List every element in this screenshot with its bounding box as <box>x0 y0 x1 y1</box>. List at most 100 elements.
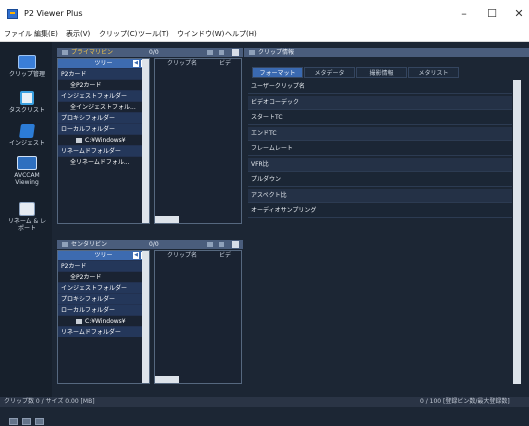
avccam-viewing-button[interactable]: AVCCAM Viewing <box>6 153 48 201</box>
primary-tree-scrollbar[interactable] <box>142 59 149 223</box>
minimize-button[interactable]: – <box>456 7 472 21</box>
menu-tools[interactable]: ツール(T) <box>138 29 169 39</box>
tab-format[interactable]: フォーマット <box>252 67 303 78</box>
center-tree-pane: ツリー ◀ ▶ P2カード全P2カードインジェストフォルダープロキシフォルダーロ… <box>57 250 150 384</box>
rename-report-icon <box>19 202 35 216</box>
left-nav-bar: クリップ管理 タスクリスト インジェスト AVCCAM Viewing リネーム… <box>0 42 52 425</box>
tree-item[interactable]: プロキシフォルダー <box>58 112 142 123</box>
status-clip-count: クリップ数 0 / サイズ 0.00 [MB] <box>4 398 95 405</box>
center-clip-list: クリップ名 ビデ <box>154 250 242 384</box>
tree-item-label: C:¥Windows¥ <box>85 137 126 144</box>
rename-report-button[interactable]: リネーム & レポート <box>6 199 48 247</box>
tree-item-label: リネームドフォルダー <box>61 329 121 336</box>
tree-item[interactable]: リネームドフォルダー <box>58 326 142 337</box>
menu-help[interactable]: ヘルプ(H) <box>225 29 257 39</box>
clip-info-row: VFR比 <box>248 157 512 172</box>
tree-item-label: P2カード <box>61 71 87 78</box>
tree-label: ツリー <box>94 60 113 67</box>
ingest-icon <box>19 124 35 138</box>
arrow-left-icon[interactable]: ◀ <box>133 252 139 259</box>
clip-info-header: クリップ情報 <box>244 48 529 57</box>
clip-name-column[interactable]: クリップ名 <box>167 59 197 69</box>
close-button[interactable]: ✕ <box>511 7 527 21</box>
grip-icon <box>62 242 68 247</box>
view-toggle-icon[interactable] <box>207 50 213 55</box>
tree-item[interactable]: ローカルフォルダー <box>58 304 142 315</box>
layout-dual-icon[interactable] <box>22 418 31 425</box>
video-column[interactable]: ビデ <box>219 251 231 261</box>
clip-management-label: クリップ管理 <box>8 71 45 78</box>
clip-info-row: フレームレート <box>248 142 512 156</box>
tree-item[interactable]: リネームドフォルダー <box>58 145 142 156</box>
tab-shooting-info[interactable]: 撮影情報 <box>356 67 407 78</box>
tree-tab[interactable]: ツリー ◀ ▶ <box>58 59 149 68</box>
tree-item[interactable]: 全リネームドフォル... <box>58 156 142 167</box>
folder-icon <box>76 319 82 324</box>
layout-single-icon[interactable] <box>9 418 18 425</box>
tree-item-label: 全P2カード <box>70 82 102 89</box>
maximize-button[interactable]: ☐ <box>484 7 500 21</box>
tree-item-label: P2カード <box>61 263 87 270</box>
clip-info-tabs: フォーマット メタデータ 撮影情報 メタリスト <box>248 67 520 78</box>
avccam-icon <box>17 156 37 170</box>
tree-item[interactable]: 全インジェストフォル... <box>58 101 142 112</box>
avccam-label: AVCCAM Viewing <box>14 172 40 186</box>
status-bin-count: 0 / 100 [登録ビン数/最大登録数] <box>420 398 510 405</box>
tree-item[interactable]: C:¥Windows¥ <box>58 134 142 145</box>
tree-item-label: リネームドフォルダー <box>61 148 121 155</box>
primary-clip-list: クリップ名 ビデ <box>154 58 242 224</box>
tab-metadata[interactable]: メタデータ <box>304 67 355 78</box>
tree-item-label: 全P2カード <box>70 274 102 281</box>
clip-info-row: アスペクト比 <box>248 188 512 203</box>
tree-item[interactable]: ローカルフォルダー <box>58 123 142 134</box>
menu-dropdown-icon[interactable] <box>219 50 224 55</box>
layout-toggle-icons <box>9 418 45 426</box>
view-toggle-icon[interactable] <box>207 242 213 247</box>
menu-dropdown-icon[interactable] <box>219 242 224 247</box>
tree-tab[interactable]: ツリー ◀ ▶ <box>58 251 149 260</box>
tab-meta-list[interactable]: メタリスト <box>408 67 459 78</box>
tree-item[interactable]: 全P2カード <box>58 271 142 282</box>
clip-management-button[interactable]: クリップ管理 <box>6 52 48 92</box>
menu-window[interactable]: ウインドウ(W) <box>177 29 224 39</box>
task-list-icon <box>20 91 34 105</box>
center-bin-header: センタリビン 0/0 <box>57 240 243 249</box>
menu-view[interactable]: 表示(V) <box>66 29 90 39</box>
layout-grid-icon[interactable] <box>35 418 44 425</box>
menu-bar: ファイル 編集(E) 表示(V) クリップ(C) ツール(T) ウインドウ(W)… <box>0 27 529 42</box>
tree-item[interactable]: P2カード <box>58 68 142 79</box>
ingest-label: インジェスト <box>8 140 45 147</box>
clip-info-row: ビデオコーデック <box>248 95 512 110</box>
tree-item-label: 全リネームドフォル... <box>70 159 130 166</box>
center-tree-scrollbar[interactable] <box>142 251 149 383</box>
primary-tree-list: P2カード全P2カード インジェストフォルダー 全インジェストフォル... プロキシフ… <box>58 68 142 167</box>
task-list-label: タスクリスト <box>8 107 45 114</box>
panel-close-icon[interactable] <box>232 49 239 56</box>
menu-edit[interactable]: 編集(E) <box>34 29 58 39</box>
tree-item[interactable]: C:¥Windows¥ <box>58 315 142 326</box>
video-column[interactable]: ビデ <box>219 59 231 69</box>
window-title: P2 Viewer Plus <box>24 9 83 18</box>
clip-info-row: エンドTC <box>248 126 512 141</box>
tree-item[interactable]: インジェストフォルダー <box>58 282 142 293</box>
arrow-left-icon[interactable]: ◀ <box>133 60 139 67</box>
tree-item-label: プロキシフォルダー <box>61 296 116 303</box>
tree-item[interactable]: P2カード <box>58 260 142 271</box>
status-bar: クリップ数 0 / サイズ 0.00 [MB] 0 / 100 [登録ビン数/最… <box>0 397 529 407</box>
menu-file[interactable]: ファイル <box>4 29 32 39</box>
primary-clip-hscroll[interactable] <box>155 216 179 223</box>
clip-info-row: スタートTC <box>248 111 512 125</box>
panel-close-icon[interactable] <box>232 241 239 248</box>
app-icon <box>7 9 18 19</box>
tree-item[interactable]: プロキシフォルダー <box>58 293 142 304</box>
tree-item-label: プロキシフォルダー <box>61 115 116 122</box>
clip-management-icon <box>18 55 36 69</box>
tree-item[interactable]: 全P2カード <box>58 79 142 90</box>
tree-item[interactable]: インジェストフォルダー <box>58 90 142 101</box>
grip-icon <box>249 50 255 55</box>
clip-name-column[interactable]: クリップ名 <box>167 251 197 261</box>
title-bar: P2 Viewer Plus – ☐ ✕ <box>0 0 529 27</box>
center-clip-hscroll[interactable] <box>155 376 179 383</box>
clip-info-scrollbar[interactable] <box>513 80 521 384</box>
menu-clip[interactable]: クリップ(C) <box>99 29 137 39</box>
